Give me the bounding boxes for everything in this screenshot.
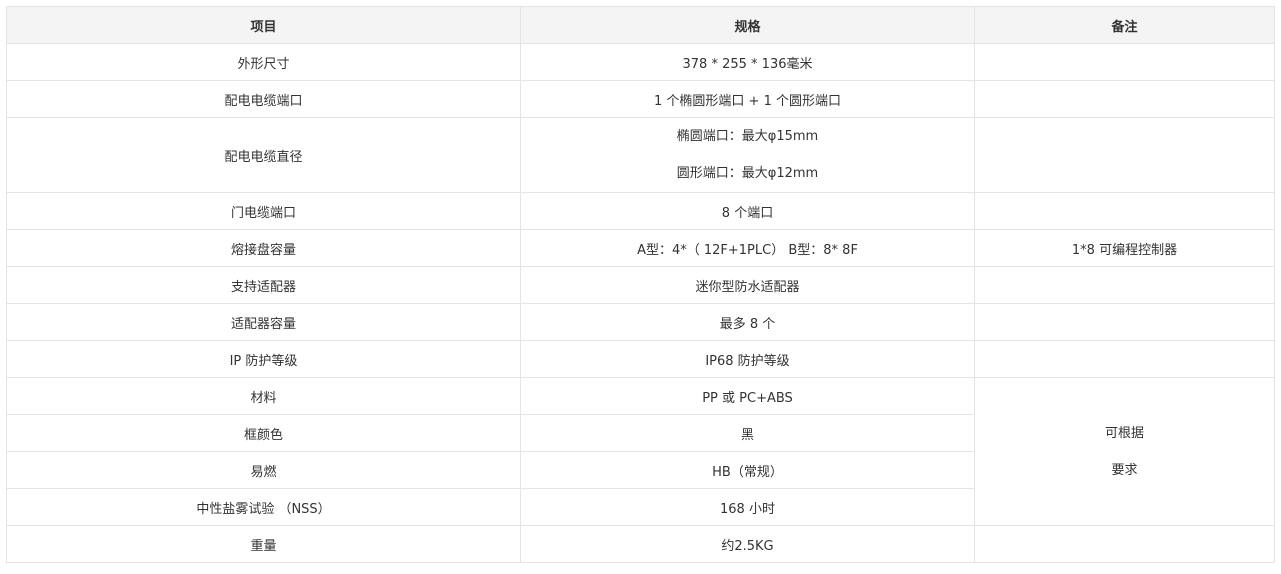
cell-spec: HB（常规） [520,451,975,489]
cell-item: 外形尺寸 [6,43,521,81]
spec-line: 圆形端口：最大φ12mm [676,166,819,181]
cell-note [974,303,1275,341]
cell-spec: 168 小时 [520,488,975,526]
note-line: 要求 [1111,462,1138,478]
table-row: 材料 PP 或 PC+ABS 可根据 要求 [6,377,1275,526]
cell-spec: 最多 8 个 [520,303,975,341]
cell-item: IP 防护等级 [6,340,521,378]
cell-note [974,43,1275,81]
table-row: IP 防护等级 IP68 防护等级 [6,340,1275,378]
cell-note-merged: 可根据 要求 [974,377,1275,526]
cell-note [974,80,1275,118]
table-row: 配电电缆直径 椭圆端口：最大φ15mm 圆形端口：最大φ12mm [6,117,1275,193]
header-row: 项目 规格 备注 [6,6,1275,44]
note-line: 可根据 [1104,425,1144,441]
cell-item: 配电电缆端口 [6,80,521,118]
table-row: 重量 约2.5KG [6,525,1275,563]
header-item: 项目 [6,6,521,44]
table-row: 门电缆端口 8 个端口 [6,192,1275,230]
cell-spec: 约2.5KG [520,525,975,563]
cell-note [974,340,1275,378]
spec-line: 椭圆端口：最大φ15mm [676,129,819,144]
header-note: 备注 [974,6,1275,44]
cell-spec: 378 * 255 * 136毫米 [520,43,975,81]
cell-item: 支持适配器 [6,266,521,304]
table-row: 支持适配器 迷你型防水适配器 [6,266,1275,304]
cell-note [974,117,1275,193]
table-row: 适配器容量 最多 8 个 [6,303,1275,341]
spec-table: 项目 规格 备注 外形尺寸 378 * 255 * 136毫米 配电电缆端口 1… [6,6,1275,563]
cell-note: 1*8 可编程控制器 [974,229,1275,267]
cell-spec: PP 或 PC+ABS [520,377,975,415]
cell-spec: 1 个椭圆形端口 + 1 个圆形端口 [520,80,975,118]
cell-item: 中性盐雾试验 （NSS） [6,488,521,526]
cell-spec: 8 个端口 [520,192,975,230]
table-row: 配电电缆端口 1 个椭圆形端口 + 1 个圆形端口 [6,80,1275,118]
cell-item: 门电缆端口 [6,192,521,230]
cell-item: 适配器容量 [6,303,521,341]
cell-note [974,266,1275,304]
header-spec: 规格 [520,6,975,44]
table-row: 熔接盘容量 A型：4*（ 12F+1PLC） B型：8* 8F 1*8 可编程控… [6,229,1275,267]
cell-spec: 黑 [520,414,975,452]
cell-item: 熔接盘容量 [6,229,521,267]
cell-item: 易燃 [6,451,521,489]
cell-note [974,525,1275,563]
cell-item: 重量 [6,525,521,563]
cell-spec: 椭圆端口：最大φ15mm 圆形端口：最大φ12mm [520,117,975,193]
cell-item: 配电电缆直径 [6,117,521,193]
cell-note [974,192,1275,230]
table-row: 外形尺寸 378 * 255 * 136毫米 [6,43,1275,81]
cell-spec: 迷你型防水适配器 [520,266,975,304]
cell-spec: IP68 防护等级 [520,340,975,378]
cell-spec: A型：4*（ 12F+1PLC） B型：8* 8F [520,229,975,267]
cell-item: 材料 [6,377,521,415]
cell-item: 框颜色 [6,414,521,452]
